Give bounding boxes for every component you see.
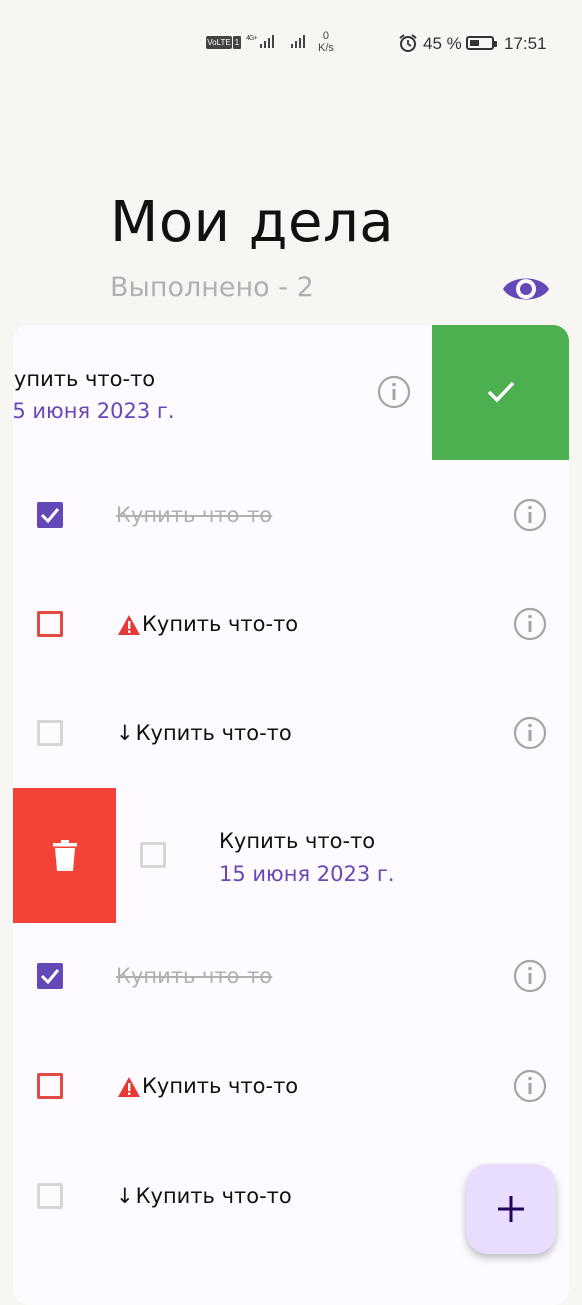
info-icon[interactable]	[377, 375, 411, 409]
task-checkbox[interactable]	[140, 842, 166, 868]
task-checkbox[interactable]	[37, 720, 63, 746]
info-icon[interactable]	[513, 607, 547, 641]
task-row[interactable]: Купить что-то	[13, 1032, 569, 1141]
net-speed: 0 K/s	[318, 30, 334, 54]
task-checkbox[interactable]	[37, 1073, 63, 1099]
task-text: Купить что-то	[142, 612, 299, 636]
task-text: ↓Купить что-то	[116, 721, 292, 745]
delete-action[interactable]	[13, 788, 116, 923]
warning-icon	[118, 615, 140, 635]
plus-icon	[498, 1196, 524, 1222]
volte-icon: VoLTE	[206, 36, 232, 49]
status-bar: VoLTE 1 4G+ 0 K/s 45 % 17:51	[0, 28, 582, 60]
page-title: Мои дела	[110, 190, 395, 255]
info-icon[interactable]	[513, 498, 547, 532]
eye-icon[interactable]	[500, 268, 552, 310]
task-checkbox[interactable]	[37, 611, 63, 637]
info-icon[interactable]	[513, 1069, 547, 1103]
task-text: Купить что-то	[219, 829, 376, 853]
battery-percent: 45 %	[423, 34, 462, 53]
svg-text:4G+: 4G+	[246, 35, 257, 42]
completed-count: Выполнено - 2	[110, 272, 314, 303]
task-date: 15 июня 2023 г.	[13, 399, 175, 423]
task-row[interactable]: Купить что-то 15 июня 2023 г.	[13, 325, 569, 460]
task-checkbox[interactable]	[37, 502, 63, 528]
task-text: Купить что-то	[142, 1074, 299, 1098]
task-text: ↓Купить что-то	[116, 1184, 292, 1208]
clock: 17:51	[504, 34, 547, 53]
task-row[interactable]: Купить что-то	[13, 569, 569, 678]
warning-icon	[118, 1077, 140, 1097]
task-text: Купить что-то	[116, 503, 273, 527]
add-task-button[interactable]	[466, 1164, 556, 1254]
alarm-icon	[399, 34, 417, 52]
task-row[interactable]: Купить что-то	[13, 460, 569, 569]
battery-icon	[466, 36, 497, 50]
trash-icon	[53, 840, 77, 871]
signal-icon	[291, 35, 305, 48]
mark-done-action[interactable]	[432, 325, 569, 460]
task-checkbox[interactable]	[37, 1183, 63, 1209]
info-icon[interactable]	[513, 959, 547, 993]
task-date: 15 июня 2023 г.	[219, 862, 395, 886]
task-list: Купить что-то 15 июня 2023 г. Купить что…	[13, 325, 569, 1305]
task-row[interactable]: ↓Купить что-то	[13, 678, 569, 787]
info-icon[interactable]	[513, 716, 547, 750]
arrow-down-icon: ↓	[116, 721, 134, 745]
check-icon	[487, 381, 515, 403]
task-checkbox[interactable]	[37, 963, 63, 989]
arrow-down-icon: ↓	[116, 1184, 134, 1208]
task-text: Купить что-то	[13, 367, 156, 391]
task-row[interactable]: Купить что-то	[13, 923, 569, 1032]
task-text: Купить что-то	[116, 964, 273, 988]
sim-icon: 1	[233, 36, 241, 49]
signal-icon: 4G+	[246, 35, 274, 48]
